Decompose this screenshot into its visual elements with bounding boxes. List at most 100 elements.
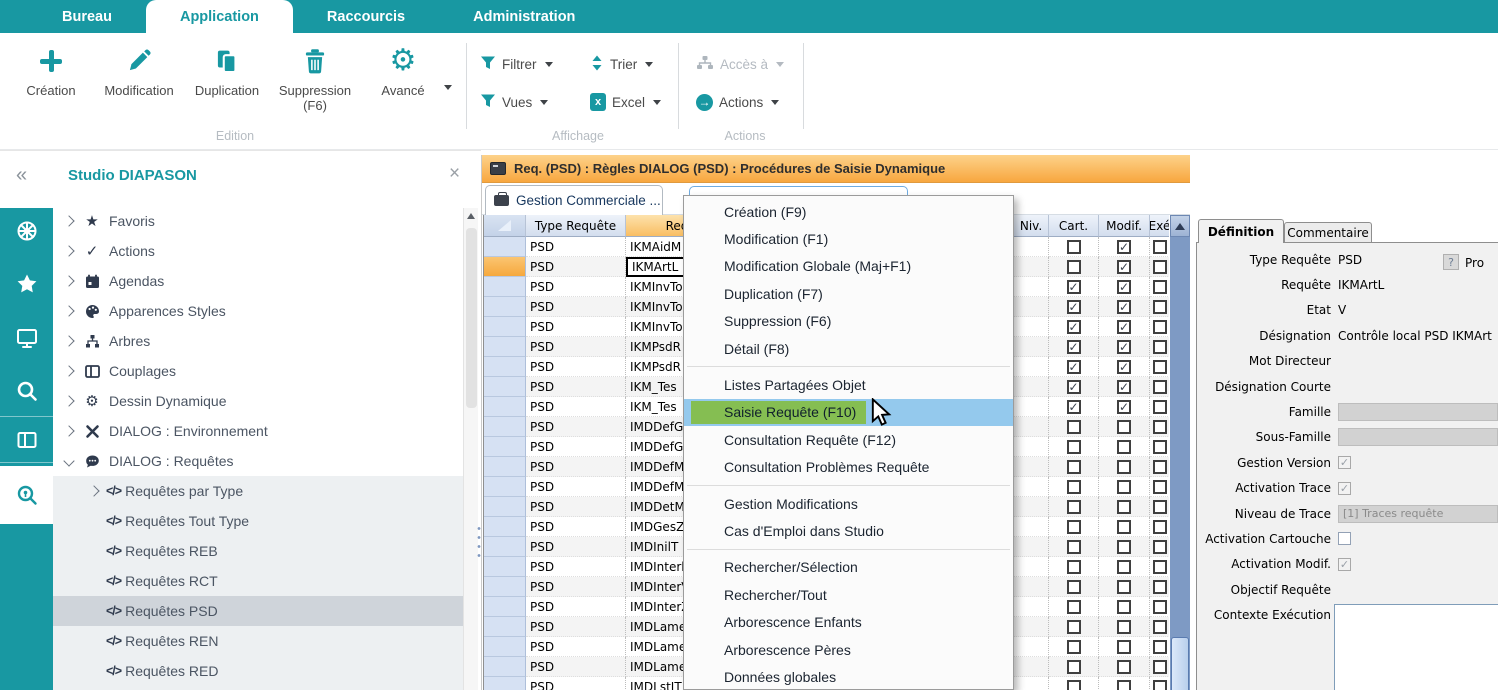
cell-modif[interactable] [1099, 517, 1150, 537]
cell-cart[interactable] [1049, 457, 1099, 477]
cell-exe[interactable] [1150, 437, 1169, 457]
cell-exe[interactable] [1150, 637, 1169, 657]
cart-checkbox[interactable] [1067, 580, 1081, 594]
exe-checkbox[interactable] [1153, 320, 1167, 334]
cell-cart[interactable] [1049, 237, 1099, 257]
cell-niv[interactable] [1014, 637, 1049, 657]
chevron-right-icon[interactable] [63, 245, 74, 256]
cart-checkbox[interactable] [1067, 520, 1081, 534]
menu-item-arborescence-enfants[interactable]: Arborescence Enfants [684, 608, 1013, 635]
cell-niv[interactable] [1014, 317, 1049, 337]
cell-type-requete[interactable]: PSD [526, 517, 626, 537]
menu-item-gestion-modifications[interactable]: Gestion Modifications [684, 490, 1013, 517]
row-selector-cell[interactable] [484, 377, 526, 397]
row-selector-cell[interactable] [484, 357, 526, 377]
cell-cart[interactable] [1049, 517, 1099, 537]
tree-item-dialog-requ-tes[interactable]: DIALOG : Requêtes [53, 446, 463, 476]
modif-checkbox[interactable] [1117, 540, 1131, 554]
field-checkbox[interactable]: ✓ [1338, 482, 1351, 495]
cell-cart[interactable]: ✓ [1049, 377, 1099, 397]
cell-cart[interactable]: ✓ [1049, 317, 1099, 337]
column-header-Exé[interactable]: Exé [1150, 215, 1169, 237]
cell-modif[interactable] [1099, 657, 1150, 677]
cell-type-requete[interactable]: PSD [526, 557, 626, 577]
tab-definition[interactable]: Définition [1198, 219, 1284, 243]
cell-exe[interactable] [1150, 477, 1169, 497]
cell-type-requete[interactable]: PSD [526, 657, 626, 677]
menu-item-listes-partag-es-objet[interactable]: Listes Partagées Objet [684, 371, 1013, 398]
cell-niv[interactable] [1014, 237, 1049, 257]
cell-type-requete[interactable]: PSD [526, 317, 626, 337]
ribbon-tab-administration[interactable]: Administration [439, 0, 609, 33]
exe-checkbox[interactable] [1153, 620, 1167, 634]
cell-modif[interactable] [1099, 577, 1150, 597]
cell-modif[interactable] [1099, 457, 1150, 477]
exe-checkbox[interactable] [1153, 400, 1167, 414]
modif-checkbox[interactable]: ✓ [1117, 320, 1131, 334]
table-scrollbar[interactable] [1170, 215, 1190, 690]
row-selector-cell[interactable] [484, 277, 526, 297]
cell-cart[interactable] [1049, 597, 1099, 617]
cell-niv[interactable] [1014, 617, 1049, 637]
tree-item-arbres[interactable]: Arbres [53, 326, 463, 356]
row-selector-cell[interactable] [484, 417, 526, 437]
cart-checkbox[interactable]: ✓ [1067, 400, 1081, 414]
cell-modif[interactable] [1099, 597, 1150, 617]
rail-star-icon[interactable] [0, 261, 53, 307]
cell-modif[interactable] [1099, 557, 1150, 577]
cell-exe[interactable] [1150, 557, 1169, 577]
contexte-execution-textarea[interactable] [1334, 604, 1498, 690]
cart-checkbox[interactable] [1067, 460, 1081, 474]
cell-niv[interactable] [1014, 597, 1049, 617]
row-selector-cell[interactable] [484, 457, 526, 477]
cell-type-requete[interactable]: PSD [526, 417, 626, 437]
cell-exe[interactable] [1150, 617, 1169, 637]
cart-checkbox[interactable] [1067, 620, 1081, 634]
cart-checkbox[interactable] [1067, 560, 1081, 574]
cell-type-requete[interactable]: PSD [526, 677, 626, 690]
row-selector-cell[interactable] [484, 657, 526, 677]
cart-checkbox[interactable]: ✓ [1067, 300, 1081, 314]
cell-niv[interactable] [1014, 377, 1049, 397]
chevron-down-icon[interactable] [545, 62, 553, 67]
cell-cart[interactable]: ✓ [1049, 297, 1099, 317]
modif-checkbox[interactable] [1117, 500, 1131, 514]
modif-checkbox[interactable] [1117, 440, 1131, 454]
tree-item-requ-tes-rct[interactable]: </>Requêtes RCT [53, 566, 463, 596]
cart-checkbox[interactable]: ✓ [1067, 340, 1081, 354]
chevron-down-icon[interactable] [771, 100, 779, 105]
row-selector-cell[interactable] [484, 237, 526, 257]
menu-item-suppression-f6-[interactable]: Suppression (F6) [684, 308, 1013, 335]
cart-checkbox[interactable]: ✓ [1067, 380, 1081, 394]
cell-type-requete[interactable]: PSD [526, 477, 626, 497]
row-selector-cell[interactable] [484, 337, 526, 357]
exe-checkbox[interactable] [1153, 300, 1167, 314]
modif-checkbox[interactable]: ✓ [1117, 340, 1131, 354]
column-header-Type Requête[interactable]: Type Requête [526, 215, 626, 237]
cell-type-requete[interactable]: PSD [526, 457, 626, 477]
cell-niv[interactable] [1014, 537, 1049, 557]
cell-niv[interactable] [1014, 417, 1049, 437]
exe-checkbox[interactable] [1153, 500, 1167, 514]
modif-checkbox[interactable] [1117, 640, 1131, 654]
exe-checkbox[interactable] [1153, 240, 1167, 254]
modif-checkbox[interactable] [1117, 660, 1131, 674]
cell-cart[interactable]: ✓ [1049, 357, 1099, 377]
cart-checkbox[interactable] [1067, 640, 1081, 654]
menu-item-rechercher-tout[interactable]: Rechercher/Tout [684, 581, 1013, 608]
menu-item-duplication-f7-[interactable]: Duplication (F7) [684, 280, 1013, 307]
cart-checkbox[interactable] [1067, 600, 1081, 614]
cell-type-requete[interactable]: PSD [526, 497, 626, 517]
cell-cart[interactable] [1049, 497, 1099, 517]
ribbon-tab-application[interactable]: Application [146, 0, 293, 33]
field-checkbox[interactable]: ✓ [1338, 558, 1351, 571]
menu-item-consultation-probl-mes-requ-te[interactable]: Consultation Problèmes Requête [684, 454, 1013, 481]
cell-type-requete[interactable]: PSD [526, 537, 626, 557]
exe-checkbox[interactable] [1153, 560, 1167, 574]
doc-tab-gestion-commerciale[interactable]: Gestion Commerciale ... [485, 185, 663, 215]
cell-modif[interactable] [1099, 537, 1150, 557]
exe-checkbox[interactable] [1153, 340, 1167, 354]
cell-niv[interactable] [1014, 477, 1049, 497]
collapse-sidebar-icon[interactable]: « [16, 164, 27, 187]
cell-cart[interactable] [1049, 677, 1099, 690]
